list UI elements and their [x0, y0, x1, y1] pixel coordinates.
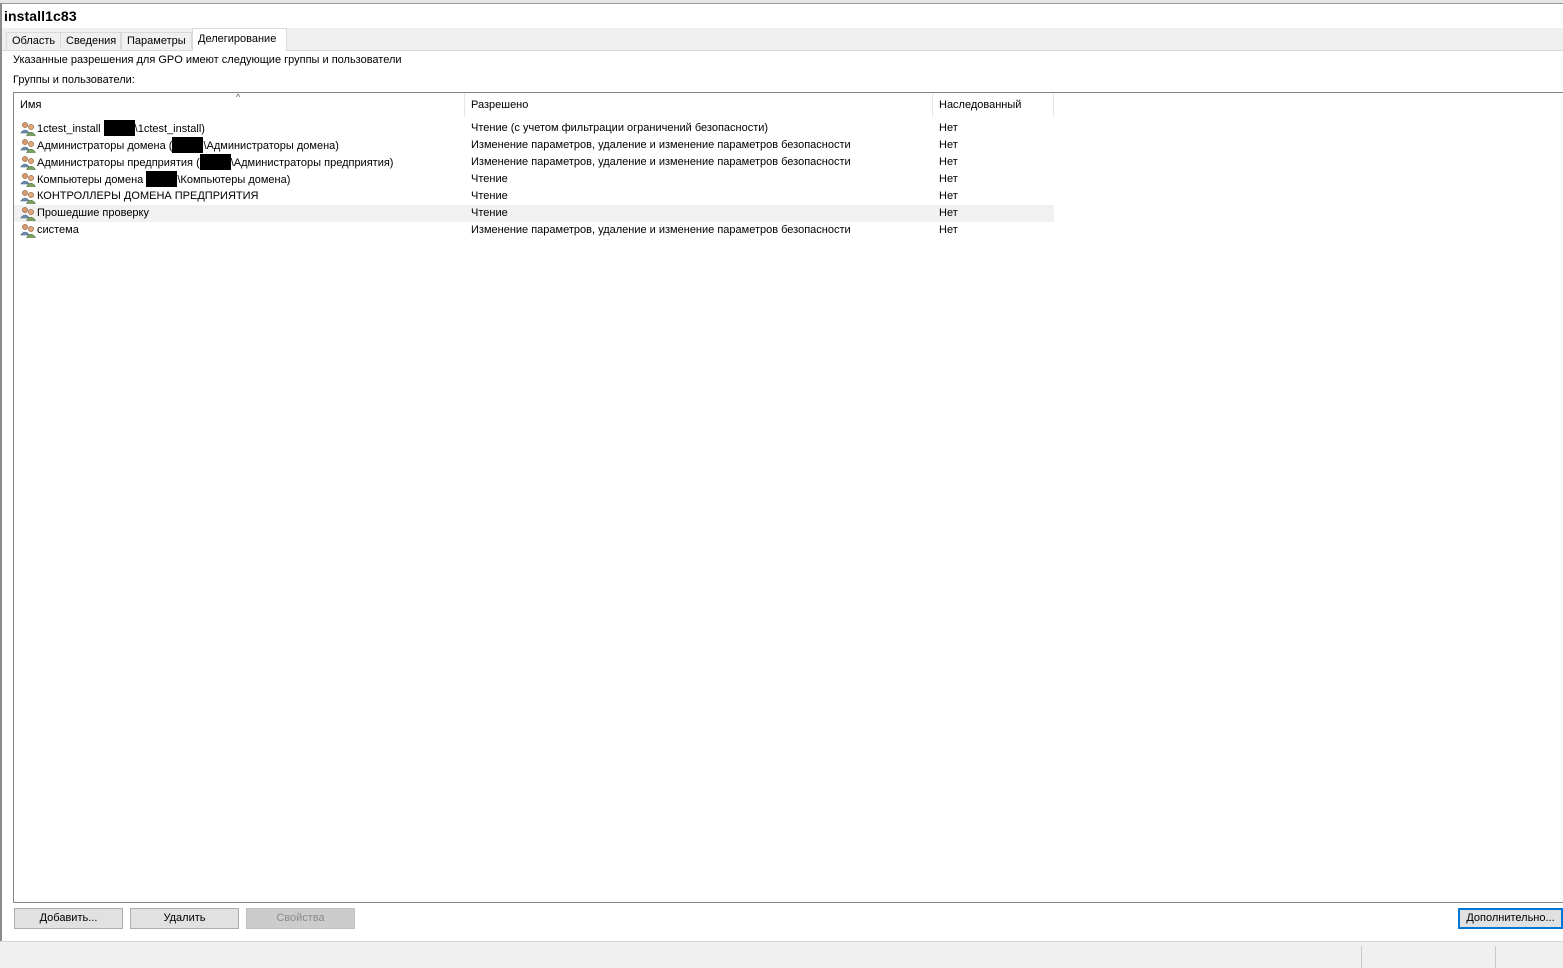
remove-button[interactable]: Удалить — [130, 908, 239, 929]
column-header-inherited[interactable]: Наследованный — [933, 93, 1053, 117]
gpo-title: install1c83 — [4, 8, 77, 24]
row-name-prefix: 1ctest_install — [37, 123, 104, 135]
row-permission: Изменение параметров, удаление и изменен… — [471, 156, 851, 168]
redacted-domain — [199, 154, 231, 170]
list-item[interactable]: Администраторы домена ( \Администраторы д… — [14, 137, 1054, 154]
row-name: Компьютеры домена \Компьютеры домена) — [37, 171, 290, 189]
tab-delegation[interactable]: Делегирование — [192, 28, 287, 51]
row-inherited: Нет — [939, 173, 958, 185]
user-group-icon — [20, 223, 36, 238]
user-group-icon — [20, 206, 36, 221]
row-name-prefix: Компьютеры домена — [37, 174, 147, 186]
delegation-description: Указанные разрешения для GPO имеют следу… — [13, 54, 402, 66]
list-item[interactable]: КОНТРОЛЛЕРЫ ДОМЕНА ПРЕДПРИЯТИЯ Чтение Нет — [14, 188, 1054, 205]
row-name-suffix: \Администраторы предприятия) — [230, 157, 394, 169]
redacted-domain — [172, 137, 204, 153]
row-name: Администраторы предприятия ( \Администрат… — [37, 154, 393, 172]
row-permission: Чтение — [471, 190, 508, 202]
row-inherited: Нет — [939, 156, 958, 168]
row-name-prefix: Прошедшие проверку — [37, 207, 149, 219]
column-header-permission[interactable]: Разрешено — [465, 93, 933, 117]
tab-scope[interactable]: Область — [6, 32, 61, 49]
row-name: 1ctest_install \1ctest_install) — [37, 120, 205, 138]
list-item[interactable]: система Изменение параметров, удаление и … — [14, 222, 1054, 239]
row-permission: Изменение параметров, удаление и изменен… — [471, 139, 851, 151]
row-permission: Чтение — [471, 173, 508, 185]
row-permission: Чтение (с учетом фильтрации ограничений … — [471, 122, 769, 134]
groups-users-label: Группы и пользователи: — [13, 74, 135, 86]
row-permission: Чтение — [471, 207, 508, 219]
column-header-name[interactable]: Имя — [14, 93, 464, 117]
list-item[interactable]: Прошедшие проверку Чтение Нет — [14, 205, 1054, 222]
status-divider — [1495, 946, 1496, 968]
redacted-domain — [103, 120, 135, 136]
advanced-button[interactable]: Дополнительно... — [1458, 908, 1563, 929]
row-inherited: Нет — [939, 224, 958, 236]
user-group-icon — [20, 172, 36, 187]
tab-settings[interactable]: Параметры — [121, 32, 192, 49]
row-name-suffix: \1ctest_install) — [134, 123, 205, 135]
add-button[interactable]: Добавить... — [14, 908, 123, 929]
row-inherited: Нет — [939, 207, 958, 219]
row-inherited: Нет — [939, 122, 958, 134]
list-item[interactable]: Администраторы предприятия ( \Администрат… — [14, 154, 1054, 171]
row-name: система — [37, 222, 79, 239]
row-inherited: Нет — [939, 190, 958, 202]
user-group-icon — [20, 189, 36, 204]
list-item[interactable]: 1ctest_install \1ctest_install) Чтение (с… — [14, 120, 1054, 137]
row-name: Прошедшие проверку — [37, 205, 149, 222]
row-permission: Изменение параметров, удаление и изменен… — [471, 224, 851, 236]
column-divider[interactable] — [1053, 93, 1054, 117]
tab-details[interactable]: Сведения — [60, 32, 121, 49]
row-name-prefix: система — [37, 224, 79, 236]
row-name-suffix: \Администраторы домена) — [203, 140, 339, 152]
user-group-icon — [20, 138, 36, 153]
status-divider — [1361, 946, 1362, 968]
status-bar — [0, 941, 1563, 968]
user-group-icon — [20, 155, 36, 170]
row-name: КОНТРОЛЛЕРЫ ДОМЕНА ПРЕДПРИЯТИЯ — [37, 188, 258, 205]
row-inherited: Нет — [939, 139, 958, 151]
row-name-prefix: КОНТРОЛЛЕРЫ ДОМЕНА ПРЕДПРИЯТИЯ — [37, 190, 259, 202]
row-name-prefix: Администраторы домена ( — [37, 140, 173, 152]
properties-button[interactable]: Свойства — [246, 908, 355, 929]
gpo-details-pane: install1c83 Область Сведения Параметры Д… — [2, 4, 1563, 941]
row-name: Администраторы домена ( \Администраторы д… — [37, 137, 339, 155]
user-group-icon — [20, 121, 36, 136]
row-name-prefix: Администраторы предприятия ( — [37, 157, 200, 169]
tab-bar: Область Сведения Параметры Делегирование — [2, 28, 1563, 51]
permissions-list[interactable]: ^ Имя Разрешено Наследованный 1ctest_ins… — [13, 92, 1563, 903]
redacted-domain — [146, 171, 178, 187]
list-item[interactable]: Компьютеры домена \Компьютеры домена) Чте… — [14, 171, 1054, 188]
row-name-suffix: \Компьютеры домена) — [177, 174, 291, 186]
